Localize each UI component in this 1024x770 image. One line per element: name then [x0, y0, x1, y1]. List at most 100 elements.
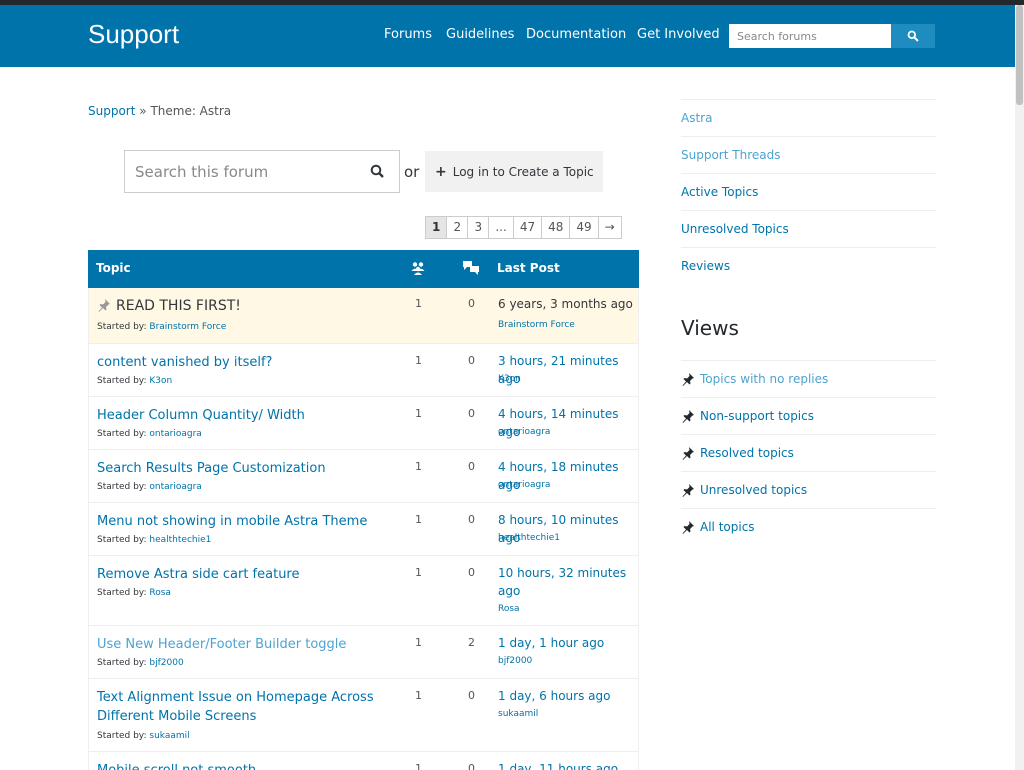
page-49-link[interactable]: 49 [569, 216, 599, 239]
plus-icon: + [435, 163, 447, 180]
topic-replies-count: 0 [468, 354, 475, 367]
topic-title[interactable]: Text Alignment Issue on Homepage Across … [97, 688, 387, 726]
views-heading: Views [681, 316, 739, 340]
column-topic-header: Topic [96, 261, 131, 275]
view-non-support-topics[interactable]: Non-support topics [681, 397, 936, 434]
topic-title[interactable]: Menu not showing in mobile Astra Theme [97, 512, 387, 531]
topic-last-post-link[interactable]: 6 years, 3 months ago [498, 295, 638, 313]
or-separator: or [404, 163, 420, 181]
sticky-pin-icon [98, 299, 110, 312]
topic-author-link[interactable]: Rosa [149, 588, 171, 598]
view-resolved-topics[interactable]: Resolved topics [681, 434, 936, 471]
view-unresolved-topics[interactable]: Unresolved topics [681, 471, 936, 508]
topic-title[interactable]: Use New Header/Footer Builder toggle [97, 635, 387, 654]
pagination: 1 2 3 ... 47 48 49 → [425, 216, 622, 239]
topic-author-link[interactable]: sukaamil [149, 731, 189, 741]
sidebar-link-unresolved-topics[interactable]: Unresolved Topics [681, 210, 936, 247]
nav-forums[interactable]: Forums [384, 27, 432, 42]
topic-row: Search Results Page Customization Starte… [88, 450, 639, 503]
topic-title[interactable]: content vanished by itself? [97, 353, 387, 372]
view-label: Unresolved topics [700, 483, 808, 497]
topic-last-post-author[interactable]: Rosa [498, 604, 520, 614]
pin-icon [682, 410, 694, 423]
view-label: Non-support topics [700, 409, 814, 423]
topic-title[interactable]: Header Column Quantity/ Width [97, 406, 387, 425]
topic-started-by: Started by: K3on [97, 376, 172, 386]
topic-last-post-author[interactable]: bjf2000 [498, 656, 532, 666]
nav-get-involved[interactable]: Get Involved [637, 27, 720, 42]
sidebar-link-active-topics[interactable]: Active Topics [681, 173, 936, 210]
topic-author-link[interactable]: Brainstorm Force [149, 322, 226, 332]
sidebar-link-astra[interactable]: Astra [681, 99, 936, 136]
next-page-arrow[interactable]: → [597, 216, 622, 239]
scrollbar[interactable] [1015, 5, 1024, 770]
topic-author-link[interactable]: bjf2000 [149, 658, 183, 668]
started-by-label: Started by: [97, 731, 147, 741]
page-2-link[interactable]: 2 [446, 216, 469, 239]
brand-title[interactable]: Support [88, 19, 179, 50]
view-topics-no-replies[interactable]: Topics with no replies [681, 360, 936, 397]
topic-last-post-author[interactable]: K3on [498, 374, 521, 384]
sidebar-forum-links: Astra Support Threads Active Topics Unre… [681, 99, 936, 284]
topic-last-post-author[interactable]: healthtechie1 [498, 533, 560, 543]
sidebar-link-reviews[interactable]: Reviews [681, 247, 936, 284]
topic-last-post-link[interactable]: 1 day, 6 hours ago [498, 687, 638, 705]
topic-voices-count: 1 [415, 566, 422, 579]
page-48-link[interactable]: 48 [541, 216, 571, 239]
pin-icon [682, 521, 694, 534]
topic-author-link[interactable]: healthtechie1 [149, 535, 211, 545]
scrollbar-thumb[interactable] [1016, 5, 1023, 105]
topic-last-post-link[interactable]: 1 day, 1 hour ago [498, 634, 638, 652]
topic-replies-count: 2 [468, 636, 475, 649]
breadcrumb: Support » Theme: Astra [88, 104, 231, 118]
topic-voices-count: 1 [415, 689, 422, 702]
topics-table: Topic Last Post READ THIS FIRST! Started… [88, 250, 639, 770]
header-search-button[interactable] [891, 24, 935, 48]
topic-title[interactable]: READ THIS FIRST! [116, 297, 406, 316]
topic-started-by: Started by: Rosa [97, 588, 171, 598]
view-label: Topics with no replies [700, 372, 829, 386]
view-all-topics[interactable]: All topics [681, 508, 936, 545]
header-search-input[interactable] [729, 24, 891, 48]
topic-row: Text Alignment Issue on Homepage Across … [88, 679, 639, 752]
topic-last-post-link[interactable]: 10 hours, 32 minutes ago [498, 564, 633, 600]
search-icon[interactable] [369, 163, 387, 181]
view-label: Resolved topics [700, 446, 794, 460]
topic-last-post-author[interactable]: ontarioagra [498, 427, 550, 437]
breadcrumb-support-link[interactable]: Support [88, 104, 135, 118]
topic-author-link[interactable]: ontarioagra [149, 429, 201, 439]
login-create-topic-button[interactable]: + Log in to Create a Topic [425, 151, 603, 192]
topic-started-by: Started by: bjf2000 [97, 658, 184, 668]
topic-title[interactable]: Mobile scroll not smooth [97, 761, 387, 770]
sidebar-link-support-threads[interactable]: Support Threads [681, 136, 936, 173]
topic-last-post-author[interactable]: Brainstorm Force [498, 320, 575, 330]
page-47-link[interactable]: 47 [512, 216, 543, 239]
column-last-post-header: Last Post [497, 261, 560, 275]
topic-last-post-author[interactable]: sukaamil [498, 709, 538, 719]
topic-last-post-author[interactable]: ontarioagra [498, 480, 550, 490]
topic-voices-count: 1 [415, 354, 422, 367]
page-1-current: 1 [425, 216, 448, 239]
topic-title[interactable]: Remove Astra side cart feature [97, 565, 387, 584]
started-by-label: Started by: [97, 658, 147, 668]
nav-documentation[interactable]: Documentation [526, 27, 626, 42]
view-label: All topics [700, 520, 755, 534]
started-by-label: Started by: [97, 429, 147, 439]
topic-voices-count: 1 [415, 513, 422, 526]
topic-row: Use New Header/Footer Builder toggle Sta… [88, 626, 639, 679]
search-icon [907, 30, 919, 42]
breadcrumb-separator: » [139, 104, 147, 118]
topic-author-link[interactable]: ontarioagra [149, 482, 201, 492]
topic-title[interactable]: Search Results Page Customization [97, 459, 387, 478]
topic-voices-count: 1 [415, 407, 422, 420]
forum-search-input[interactable] [125, 151, 355, 192]
topic-voices-count: 1 [415, 297, 422, 310]
page-3-link[interactable]: 3 [467, 216, 490, 239]
topic-last-post-link[interactable]: 1 day, 11 hours ago [498, 760, 638, 770]
nav-guidelines[interactable]: Guidelines [446, 27, 514, 42]
topic-started-by: Started by: Brainstorm Force [97, 322, 226, 332]
topic-row-sticky: READ THIS FIRST! Started by: Brainstorm … [88, 288, 639, 344]
started-by-label: Started by: [97, 376, 147, 386]
topic-author-link[interactable]: K3on [149, 376, 172, 386]
forum-search-box [124, 150, 400, 193]
